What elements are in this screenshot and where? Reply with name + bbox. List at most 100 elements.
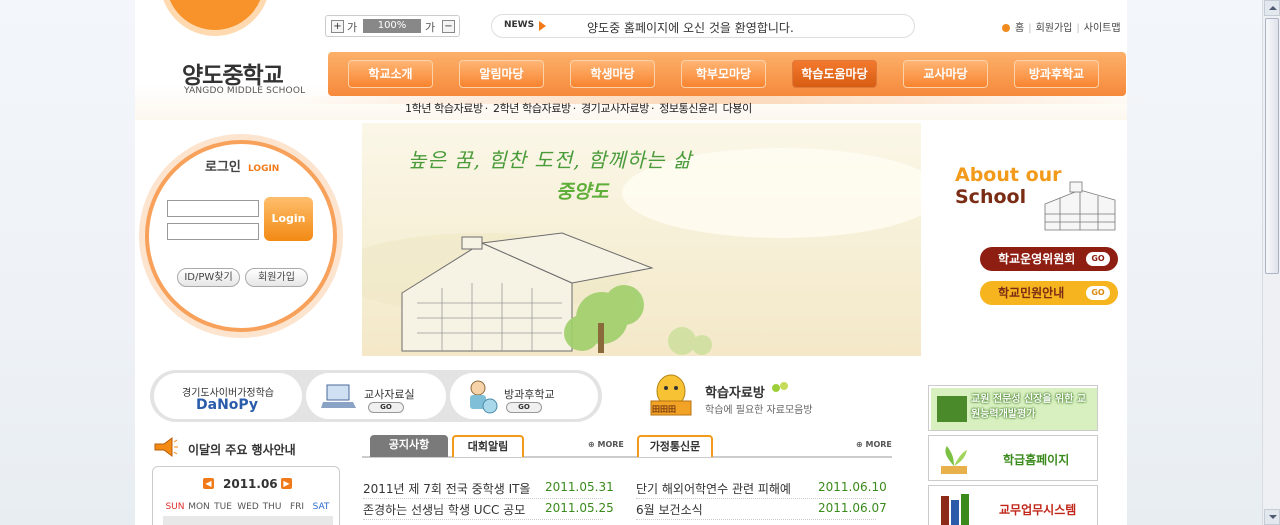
list-item-title: 2011년 제 7회 전국 중학생 IT올 bbox=[363, 482, 531, 496]
list-item-title: 단기 해외어학연수 관련 피해예 bbox=[636, 482, 791, 496]
list-item-date: 2011.05.31 bbox=[545, 480, 614, 494]
sub-nav-item[interactable]: 정보통신윤리 bbox=[659, 102, 718, 115]
join-button[interactable]: 회원가입 bbox=[245, 268, 308, 287]
login-title-en: LOGIN bbox=[248, 164, 280, 174]
font-small-label: 가 bbox=[347, 21, 358, 34]
vertical-scrollbar[interactable] bbox=[1262, 0, 1280, 525]
calendar-prev-icon[interactable]: ◀ bbox=[203, 478, 214, 489]
go-button[interactable]: GO bbox=[368, 402, 404, 413]
teacher-evaluation-label: 교원 전문성 신장을 위한 교원능력개발평가 bbox=[971, 394, 1087, 420]
login-password-input[interactable] bbox=[167, 223, 259, 240]
class-homepage-label: 학급홈페이지 bbox=[1003, 453, 1070, 467]
tab-contest[interactable]: 대회알림 bbox=[452, 435, 524, 457]
scroll-down-button[interactable] bbox=[1264, 509, 1280, 525]
news-ticker: NEWS 양도중 홈페이지에 오신 것을 환영합니다. bbox=[491, 14, 915, 38]
sub-nav-divider: · bbox=[650, 102, 655, 115]
leaf-icon bbox=[772, 382, 788, 392]
news-text[interactable]: 양도중 홈페이지에 오신 것을 환영합니다. bbox=[587, 19, 794, 36]
nav-item-parents[interactable]: 학부모마당 bbox=[681, 60, 766, 88]
scroll-down-icon bbox=[1269, 515, 1277, 519]
class-homepage-link[interactable]: 학급홈페이지 bbox=[928, 435, 1098, 481]
civil-service-label: 학교민원안내 bbox=[998, 286, 1065, 300]
more-label: MORE bbox=[597, 440, 624, 449]
danopy-logo: DaNoPy bbox=[196, 397, 259, 413]
list-item[interactable]: 존경하는 선생님 학생 UCC 공모 2011.05.25 bbox=[363, 501, 614, 518]
civil-service-button[interactable]: 학교민원안내 GO bbox=[980, 281, 1118, 305]
news-label: NEWS bbox=[504, 20, 535, 30]
nav-item-teachers[interactable]: 교사마당 bbox=[903, 60, 988, 88]
teacher-resources-link[interactable]: 교사자료실 GO bbox=[306, 373, 446, 419]
sub-nav-item[interactable]: 2학년 학습자료방 bbox=[493, 102, 571, 115]
board-right-more-link[interactable]: ⊕ MORE bbox=[856, 440, 892, 449]
top-link-join[interactable]: 회원가입 bbox=[1036, 23, 1073, 34]
sub-nav-item[interactable]: 다뵹이 bbox=[723, 102, 753, 115]
nav-item-school-intro[interactable]: 학교소개 bbox=[348, 60, 433, 88]
top-link-home[interactable]: 홈 bbox=[1015, 23, 1024, 34]
calendar-day-header: THU bbox=[262, 502, 282, 512]
scrollbar-thumb[interactable] bbox=[1265, 18, 1279, 274]
more-label: MORE bbox=[865, 440, 892, 449]
sub-nav-item[interactable]: 경기교사자료방 bbox=[581, 102, 649, 115]
scroll-up-icon bbox=[1269, 6, 1277, 10]
afterschool-label: 방과후학교 bbox=[504, 388, 555, 401]
events-title: 이달의 주요 행사안내 bbox=[188, 443, 296, 457]
school-affairs-link[interactable]: 교무업무시스템 bbox=[928, 485, 1098, 525]
go-button[interactable]: GO bbox=[506, 402, 542, 413]
tab-home-letter[interactable]: 가정통신문 bbox=[637, 435, 713, 457]
find-idpw-button[interactable]: ID/PW찾기 bbox=[177, 268, 240, 287]
banner-school-name: 중양도 bbox=[556, 181, 609, 203]
top-link-sitemap[interactable]: 사이트맵 bbox=[1084, 23, 1121, 34]
school-logo-subtitle: YANGDO MIDDLE SCHOOL bbox=[184, 86, 306, 96]
afterschool-link[interactable]: 방과후학교 GO bbox=[450, 373, 598, 419]
calendar-day-header: SUN bbox=[165, 502, 185, 512]
list-item-title: 6월 보건소식 bbox=[636, 503, 703, 517]
study-room-title[interactable]: 학습자료방 bbox=[705, 382, 765, 401]
list-item[interactable]: 단기 해외어학연수 관련 피해예 2011.06.10 bbox=[636, 480, 887, 497]
font-decrease-button[interactable]: − bbox=[442, 20, 455, 33]
more-plus-icon: ⊕ bbox=[856, 440, 866, 449]
top-link-divider: | bbox=[1076, 23, 1080, 34]
font-large-label: 가 bbox=[425, 21, 436, 34]
home-dot-icon bbox=[1002, 24, 1010, 32]
top-link-divider: | bbox=[1028, 23, 1032, 34]
laptop-icon bbox=[321, 384, 356, 408]
calendar-day-header: MON bbox=[188, 502, 210, 512]
top-links: 홈 | 회원가입 | 사이트맵 bbox=[1002, 19, 1121, 34]
school-sketch-icon bbox=[1044, 181, 1116, 231]
danopy-link[interactable]: 경기도사이버가정학습 DaNoPy bbox=[154, 373, 302, 419]
teacher-evaluation-banner[interactable]: 교원 전문성 신장을 위한 교원능력개발평가 bbox=[928, 385, 1098, 431]
tab-notice[interactable]: 공지사항 bbox=[370, 435, 448, 457]
megaphone-icon bbox=[154, 437, 178, 457]
list-item-date: 2011.05.25 bbox=[545, 501, 614, 515]
books-icon bbox=[941, 494, 969, 525]
go-icon: GO bbox=[1086, 286, 1110, 300]
calendar-day-header: TUE bbox=[214, 502, 232, 512]
plant-icon bbox=[941, 446, 967, 474]
font-size-value: 100% bbox=[363, 19, 421, 33]
scroll-up-button[interactable] bbox=[1264, 0, 1280, 16]
nav-item-students[interactable]: 학생마당 bbox=[570, 60, 655, 88]
login-button[interactable]: Login bbox=[264, 197, 313, 241]
nav-item-learning[interactable]: 학습도움마당 bbox=[792, 60, 877, 88]
calendar-day-header: SAT bbox=[312, 502, 330, 512]
nav-item-afterschool[interactable]: 방과후학교 bbox=[1014, 60, 1099, 88]
list-item[interactable]: 6월 보건소식 2011.06.07 bbox=[636, 501, 887, 518]
student-icon bbox=[470, 380, 498, 414]
list-divider bbox=[363, 519, 603, 520]
more-plus-icon: ⊕ bbox=[588, 440, 598, 449]
list-item[interactable]: 2011년 제 7회 전국 중학생 IT올 2011.05.31 bbox=[363, 480, 614, 497]
school-affairs-label: 교무업무시스템 bbox=[999, 503, 1077, 517]
sub-nav-item[interactable]: 1학년 학습자료방 bbox=[405, 102, 483, 115]
school-logo-title[interactable]: 양도중학교 bbox=[182, 56, 284, 90]
school-committee-button[interactable]: 학교운영위원회 GO bbox=[980, 247, 1118, 271]
school-committee-label: 학교운영위원회 bbox=[998, 252, 1076, 266]
calendar-month: 2011.06 bbox=[223, 477, 278, 491]
nav-item-notice[interactable]: 알림마당 bbox=[459, 60, 544, 88]
board-left-more-link[interactable]: ⊕ MORE bbox=[588, 440, 624, 449]
calendar-day-header: WED bbox=[237, 502, 259, 512]
login-id-input[interactable] bbox=[167, 200, 259, 217]
font-increase-button[interactable]: + bbox=[331, 20, 344, 33]
list-item-date: 2011.06.07 bbox=[818, 501, 887, 515]
font-size-control: + 가 100% 가 − bbox=[325, 15, 460, 37]
calendar-next-icon[interactable]: ▶ bbox=[281, 478, 292, 489]
